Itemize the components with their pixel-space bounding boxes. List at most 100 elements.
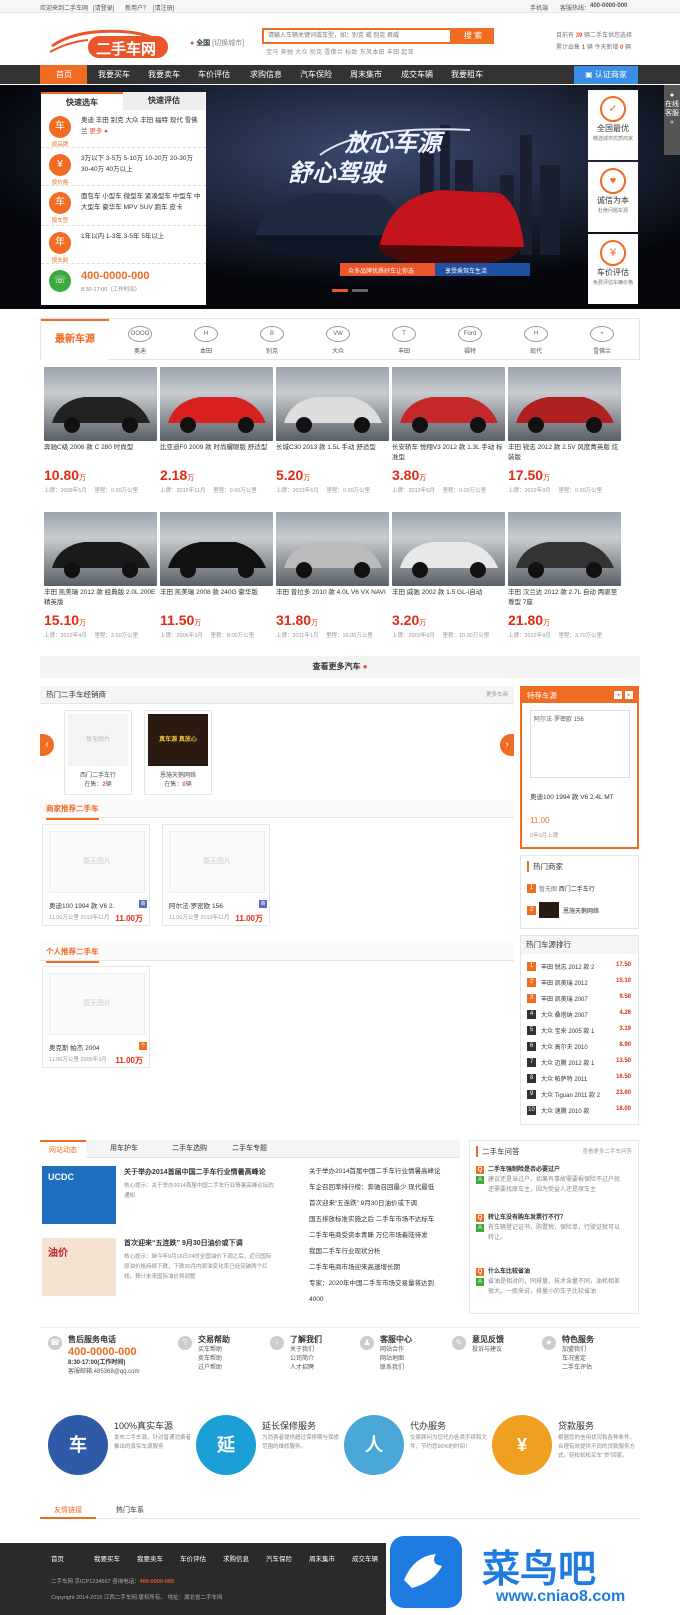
footer-link[interactable]: 我要卖车 bbox=[137, 1553, 163, 1563]
news-link[interactable]: 车企召回率排行榜：奔驰召回最少 现代最低 bbox=[309, 1180, 434, 1195]
ranking-item[interactable]: 2 丰田 凯美瑞 2012 15.10 bbox=[527, 976, 631, 990]
feature-box-best[interactable]: ✓ 全国最优 精选城市优质商家 bbox=[588, 90, 638, 160]
car-title[interactable]: 丰田 威驰 2002 款 1.5 GL-i自动 bbox=[392, 588, 505, 608]
service-link[interactable]: 加盟我们 bbox=[562, 1346, 634, 1355]
car-listing[interactable]: 丰田 凯美瑞 2008 款 240G 豪华版 11.50万 上牌：2006年3月 里… bbox=[160, 512, 273, 639]
age-options[interactable]: 1年以内 1-3年 3-5年 5年以上 bbox=[81, 231, 201, 242]
tab-site-news[interactable]: 网站动态 bbox=[40, 1140, 86, 1158]
car-photo[interactable] bbox=[508, 367, 621, 441]
service-link[interactable]: 买车帮助 bbox=[198, 1346, 270, 1355]
qa-item[interactable]: Q 转让车没有购车发票行不行？ A 有车辆登记证书，购置税，保险单，行驶证就可以转让。 bbox=[476, 1213, 624, 1243]
banner-dot-active[interactable] bbox=[332, 289, 348, 292]
nav-item-rent[interactable]: 我要租车 bbox=[451, 65, 483, 84]
brand-tab[interactable]: VW 大众 bbox=[308, 319, 368, 361]
service-link[interactable]: 卖车帮助 bbox=[198, 1355, 270, 1364]
prev-icon[interactable]: ◂ bbox=[614, 691, 622, 699]
footer-link[interactable]: 我要买车 bbox=[94, 1553, 120, 1563]
ranking-item[interactable]: 10 大众 速腾 2010 款 18.00 bbox=[527, 1104, 631, 1118]
tab-friend-links[interactable]: 友情链接 bbox=[40, 1502, 96, 1519]
car-photo[interactable] bbox=[160, 512, 273, 586]
news-link[interactable]: 关于举办2014首届中国二手车行业情暑高峰论 bbox=[309, 1164, 440, 1179]
news-feature-title-1[interactable]: 关于举办2014首届中国二手车行业情暑高峰论 bbox=[124, 1167, 266, 1177]
hot-search-words[interactable]: 宝马 奔驰 大众 别克 雪佛兰 标致 东风本田 丰田 起亚 bbox=[266, 47, 414, 56]
banner-dot[interactable] bbox=[352, 289, 368, 292]
brand-tab[interactable]: H 现代 bbox=[506, 319, 566, 361]
car-photo[interactable] bbox=[276, 367, 389, 441]
car-photo[interactable] bbox=[508, 512, 621, 586]
service-link[interactable]: 投诉与建议 bbox=[472, 1346, 544, 1355]
city-selector[interactable]: ● 全国 [切换城市] bbox=[190, 38, 244, 48]
brand-tab[interactable]: B 别克 bbox=[242, 319, 302, 361]
nav-item-sell[interactable]: 我要卖车 bbox=[148, 65, 180, 84]
news-link[interactable]: 我国二手车行业现状分析 bbox=[309, 1244, 381, 1259]
tab-topics[interactable]: 二手车专题 bbox=[232, 1140, 267, 1158]
city-switch[interactable]: [切换城市] bbox=[212, 40, 244, 47]
brand-tab[interactable]: T 丰田 bbox=[374, 319, 434, 361]
service-link[interactable]: 二手车评估 bbox=[562, 1364, 634, 1373]
nav-item-weekend-market[interactable]: 周末集市 bbox=[350, 65, 382, 84]
more-icon[interactable]: ● bbox=[102, 128, 108, 135]
news-link[interactable]: 二手车电商受资本青睐 万亿市场着陆待发 bbox=[309, 1228, 428, 1243]
car-listing[interactable]: 奔驰C级 2008 款 C 280 时尚型 10.80万 上牌：2008年5月 里程… bbox=[44, 367, 157, 494]
news-link[interactable]: 首次迎来“五连跌” 9月30日油价或下调 bbox=[309, 1196, 417, 1211]
car-title[interactable]: 比亚迪F0 2009 款 时尚耀眼版 舒适型 bbox=[160, 443, 273, 463]
nav-item-sold[interactable]: 成交车辆 bbox=[401, 65, 433, 84]
car-photo[interactable] bbox=[44, 512, 157, 586]
service-link[interactable]: 车况鉴定 bbox=[562, 1355, 634, 1364]
ranking-item[interactable]: 9 大众 Tiguan 2011 款 2 23.60 bbox=[527, 1088, 631, 1102]
brand-tab[interactable]: OOOO 奥迪 bbox=[110, 319, 170, 361]
login-link[interactable]: [请登录] bbox=[93, 3, 114, 12]
dealer-card[interactable]: 暂无图片 西门二手车行 在售：2辆 bbox=[64, 710, 132, 795]
car-title[interactable]: 丰田 汉兰达 2012 款 2.7L 自动 两驱至尊型 7座 bbox=[508, 588, 621, 608]
news-link[interactable]: 专家：2020年中国二手车市场交易量将达到 bbox=[309, 1276, 434, 1291]
service-link[interactable]: 网站地图 bbox=[380, 1355, 452, 1364]
ranking-item[interactable]: 3 丰田 凯美瑞 2007 9.58 bbox=[527, 992, 631, 1006]
brand-tab[interactable]: H 本田 bbox=[176, 319, 236, 361]
dealer-card[interactable]: 真车源 真放心 恩施天鹅网络 在售：0辆 bbox=[144, 710, 212, 795]
service-link[interactable]: 人才招聘 bbox=[290, 1364, 362, 1373]
car-listing[interactable]: 丰田 普拉多 2010 款 4.0L V6 VX NAVI 31.80万 上牌：20… bbox=[276, 512, 389, 639]
news-link[interactable]: 国五排放标准实施之后 二手车市场不达标车 bbox=[309, 1212, 434, 1227]
nav-item-valuation[interactable]: 车价评估 bbox=[198, 65, 230, 84]
news-link[interactable]: 4000 bbox=[309, 1292, 323, 1307]
ranking-item[interactable]: 8 大众 帕萨特 2011 16.50 bbox=[527, 1072, 631, 1086]
site-logo[interactable]: 二手车网 bbox=[48, 24, 173, 62]
car-title[interactable]: 丰田 凯美瑞 2012 款 经典版 2.0L 200E 精英版 bbox=[44, 588, 157, 608]
news-thumb-2[interactable]: 油价 bbox=[42, 1238, 116, 1296]
car-listing[interactable]: 长城C30 2013 款 1.5L 手动 舒适型 5.20万 上牌：2013年6月 … bbox=[276, 367, 389, 494]
footer-link[interactable]: 周末集市 bbox=[309, 1553, 335, 1563]
footer-link[interactable]: 汽车保险 bbox=[266, 1553, 292, 1563]
service-link[interactable]: 联系我们 bbox=[380, 1364, 452, 1373]
news-thumb-1[interactable]: UCDC bbox=[42, 1166, 116, 1224]
car-title[interactable]: 丰田 锐志 2012 款 2.5V 风度菁英版 炫装版 bbox=[508, 443, 621, 463]
certified-dealer-button[interactable]: ▣ 认证商家 bbox=[574, 66, 638, 84]
next-arrow-icon[interactable]: › bbox=[500, 734, 514, 756]
ranking-item[interactable]: 1 丰田 锐志 2012 款 2 17.50 bbox=[527, 960, 631, 974]
nav-item-buy[interactable]: 我要买车 bbox=[98, 65, 130, 84]
news-link[interactable]: 二手车电商市场迎来高速增长期 bbox=[309, 1260, 400, 1275]
search-button[interactable]: 搜 索 bbox=[452, 28, 494, 44]
next-icon[interactable]: ▸ bbox=[625, 691, 633, 699]
service-link[interactable]: 过户帮助 bbox=[198, 1364, 270, 1373]
price-options[interactable]: 3万以下 3-5万 5-10万 10-20万 20-30万 30-40万 40万… bbox=[81, 153, 201, 175]
feature-box-valuation[interactable]: ¥ 车价评估 免费评估车辆价格 bbox=[588, 234, 638, 304]
merchant-car-card[interactable]: 暂无图片 奥迪100 1994 款 V6 2. 商 11.00万公里 2013年… bbox=[42, 824, 150, 926]
nav-item-wanted[interactable]: 求购信息 bbox=[250, 65, 282, 84]
car-title[interactable]: 长城C30 2013 款 1.5L 手动 舒适型 bbox=[276, 443, 389, 463]
ranking-item[interactable]: 4 大众 桑塔纳 2007 4.26 bbox=[527, 1008, 631, 1022]
feature-box-integrity[interactable]: ♥ 诚信为本 杜绝问题车源 bbox=[588, 162, 638, 232]
qa-item[interactable]: Q 二手车强制险是否必要过户 A 建议还是当过户，如果有事故需要报保险不过户就还需要找… bbox=[476, 1165, 624, 1195]
prev-arrow-icon[interactable]: ‹ bbox=[40, 734, 54, 756]
tab-buying-guide[interactable]: 二手车选购 bbox=[172, 1140, 207, 1158]
car-photo[interactable] bbox=[44, 367, 157, 441]
service-link[interactable]: 公司简介 bbox=[290, 1355, 362, 1364]
more-cars-button[interactable]: 查看更多汽车 ● bbox=[40, 656, 640, 678]
type-options[interactable]: 面包车 小型车 微型车 紧凑型车 中型车 中大型车 豪华车 MPV SUV 跑车… bbox=[81, 191, 201, 213]
car-listing[interactable]: 丰田 威驰 2002 款 1.5 GL-i自动 3.20万 上牌：2003年9月 里… bbox=[392, 512, 505, 639]
car-title[interactable]: 丰田 凯美瑞 2008 款 240G 豪华版 bbox=[160, 588, 273, 608]
nav-item-home[interactable]: 首页 bbox=[56, 65, 72, 84]
ranking-item[interactable]: 5 大众 宝来 2005 款 1 3.19 bbox=[527, 1024, 631, 1038]
more-dealers-link[interactable]: 更多车商 bbox=[486, 686, 508, 704]
register-link[interactable]: [请注册] bbox=[153, 3, 174, 12]
search-input[interactable] bbox=[264, 30, 450, 42]
